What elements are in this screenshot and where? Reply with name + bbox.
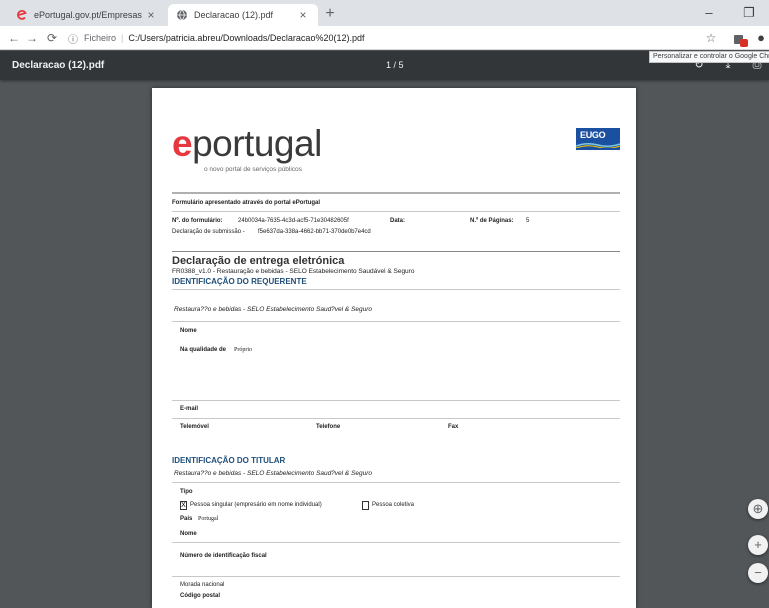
divider — [172, 321, 620, 322]
globe-icon — [177, 9, 187, 21]
type-option2-checkbox[interactable] — [362, 501, 369, 510]
type-option1-checkbox[interactable]: X — [180, 501, 187, 510]
phone-label: Telefone — [316, 424, 341, 430]
divider — [172, 418, 620, 419]
divider — [172, 400, 620, 401]
tab-strip: ePortugal.gov.pt/Empresas × Declaracao (… — [0, 0, 769, 26]
back-button[interactable]: ← — [6, 29, 22, 47]
tab-eportugal[interactable]: ePortugal.gov.pt/Empresas × — [8, 4, 166, 26]
tab-close-icon[interactable]: × — [144, 8, 158, 22]
tab-declaracao-pdf[interactable]: Declaracao (12).pdf × — [168, 4, 318, 26]
eugo-wave-icon — [576, 142, 620, 148]
forward-button[interactable]: → — [24, 29, 40, 47]
zoom-out-button[interactable]: − — [748, 563, 768, 583]
type-option2-label: Pessoa coletiva — [372, 502, 415, 508]
new-tab-button[interactable]: + — [320, 4, 340, 24]
section-titular-heading: IDENTIFICAÇÃO DO TITULAR — [172, 456, 286, 465]
divider — [172, 251, 620, 252]
address-bar[interactable]: ⓘ Ficheiro | C:/Users/patricia.abreu/Dow… — [66, 28, 696, 48]
eugo-label: EUGO — [580, 130, 606, 140]
eportugal-favicon-icon — [17, 10, 27, 20]
divider — [172, 542, 620, 543]
zoom-in-button[interactable]: + — [748, 535, 768, 555]
bookmark-star-icon[interactable]: ☆ — [703, 29, 719, 47]
quality-value: Próprio — [234, 347, 252, 353]
fit-to-page-button[interactable]: ⊕ — [748, 499, 768, 519]
section-requerente-service: Restaura??o e bebidas - SELO Estabelecim… — [174, 306, 373, 313]
postal-code-label: Código postal — [180, 593, 220, 599]
submission-label: Declaração de submissão - — [172, 229, 245, 235]
divider — [172, 192, 620, 194]
tab-close-icon[interactable]: × — [296, 8, 310, 22]
holder-name-label: Nome — [180, 531, 197, 537]
pages-label: N.º de Páginas: — [470, 218, 514, 224]
date-label: Data: — [390, 218, 406, 224]
document-title: Declaração de entrega eletrónica — [172, 255, 345, 267]
page-indicator[interactable]: 1 / 5 — [386, 60, 404, 70]
section-requerente-heading: IDENTIFICAÇÃO DO REQUERENTE — [172, 277, 307, 286]
tab-title: Declaracao (12).pdf — [194, 10, 274, 20]
pdf-page: eportugal o novo portal de serviços públ… — [152, 88, 636, 608]
extension-icon[interactable] — [733, 32, 748, 47]
profile-menu-icon[interactable]: ● — [753, 29, 769, 47]
quality-label: Na qualidade de — [180, 347, 227, 353]
logo-wordmark: eportugal — [172, 124, 322, 164]
country-value: Portugal — [198, 516, 219, 522]
address-scheme: Ficheiro — [84, 33, 117, 43]
eportugal-logo: eportugal o novo portal de serviços públ… — [172, 124, 322, 174]
logo-e: e — [172, 123, 193, 164]
name-label: Nome — [180, 328, 197, 334]
email-label: E-mail — [180, 406, 199, 412]
eugo-logo: EUGO — [576, 128, 620, 150]
fax-label: Fax — [448, 424, 459, 430]
type-option1-label: Pessoa singular (empresário em nome indi… — [190, 502, 322, 508]
mobile-label: Telemóvel — [180, 424, 209, 430]
menu-tooltip: Personalizar e controlar o Google Chrome — [649, 51, 769, 63]
address-label: Morada nacional — [180, 582, 225, 588]
pdf-filename: Declaracao (12).pdf — [12, 60, 105, 71]
form-number-value: 24b0034a-7635-4c3d-acf5-71e30482605f — [238, 218, 349, 224]
restore-button[interactable]: ❐ — [734, 4, 764, 22]
address-url[interactable]: C:/Users/patricia.abreu/Downloads/Declar… — [128, 33, 364, 43]
divider — [172, 211, 620, 212]
reload-button[interactable]: ⟳ — [44, 29, 60, 47]
info-icon[interactable]: ⓘ — [66, 31, 80, 46]
minimize-button[interactable]: – — [694, 4, 724, 22]
divider — [172, 576, 620, 577]
divider — [172, 482, 620, 483]
form-source: Formulário apresentado através do portal… — [172, 200, 321, 206]
country-label: País — [180, 516, 193, 522]
section-titular-service: Restaura??o e bebidas - SELO Estabelecim… — [174, 470, 373, 477]
pages-value: 5 — [526, 218, 530, 224]
submission-value: f5e637da-338a-4662-bb71-370de0b7e4cd — [258, 229, 371, 235]
nif-label: Número de identificação fiscal — [180, 553, 267, 559]
tab-title: ePortugal.gov.pt/Empresas — [34, 10, 142, 20]
browser-toolbar: ← → ⟳ ⓘ Ficheiro | C:/Users/patricia.abr… — [0, 26, 769, 50]
divider — [172, 289, 620, 290]
address-separator: | — [121, 33, 124, 43]
form-number-label: Nº. do formulário: — [172, 218, 223, 224]
logo-tagline: o novo portal de serviços públicos — [204, 166, 302, 173]
type-label: Tipo — [180, 489, 193, 495]
extension-badge — [740, 39, 748, 47]
document-subtitle: FR0388_v1.0 - Restauração e bebidas - SE… — [172, 268, 415, 275]
logo-rest: portugal — [192, 123, 322, 164]
